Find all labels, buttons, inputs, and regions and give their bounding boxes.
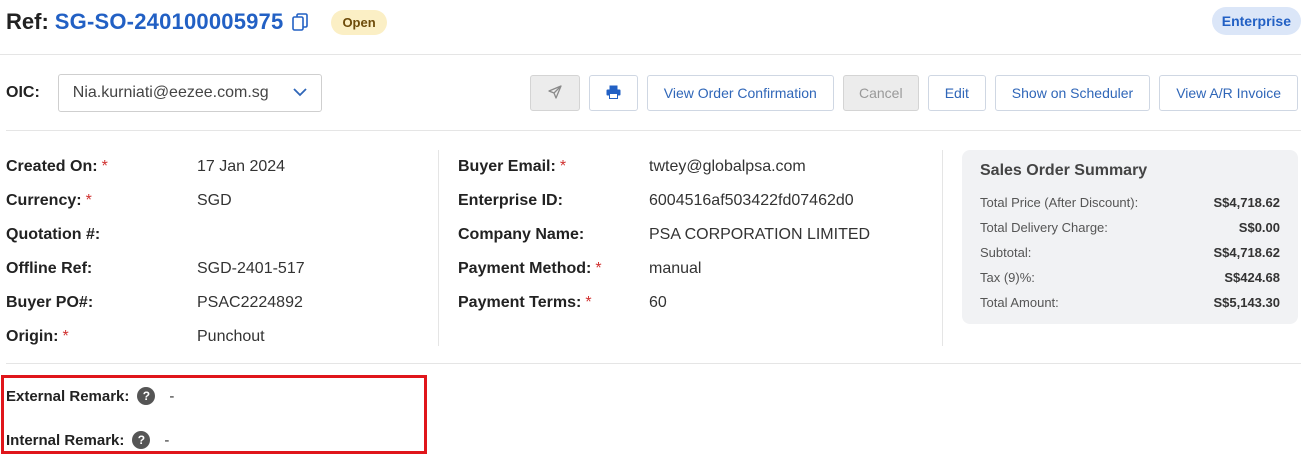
cancel-button[interactable]: Cancel xyxy=(842,75,919,111)
view-order-confirmation-button[interactable]: View Order Confirmation xyxy=(646,75,834,111)
column-divider xyxy=(942,150,943,346)
created-on-value: 17 Jan 2024 xyxy=(197,158,286,175)
internal-remark-value: - xyxy=(164,431,170,449)
print-icon xyxy=(606,85,621,102)
oic-label: OIC: xyxy=(6,84,40,101)
order-details-left: Created On: * 17 Jan 2024 Currency: * SGD … xyxy=(6,150,426,354)
show-on-scheduler-button[interactable]: Show on Scheduler xyxy=(994,75,1151,111)
status-badge: Open xyxy=(331,9,387,35)
offline-ref-value: SGD-2401-517 xyxy=(197,260,305,277)
help-icon[interactable]: ? xyxy=(132,431,151,449)
currency-value: SGD xyxy=(197,192,232,209)
field-offline-ref: Offline Ref: SGD-2401-517 xyxy=(6,260,305,277)
order-details-right: Buyer Email: * twtey@globalpsa.com Enterp… xyxy=(458,150,928,320)
view-ar-invoice-button[interactable]: View A/R Invoice xyxy=(1159,75,1298,111)
field-company-name: Company Name: PSA CORPORATION LIMITED xyxy=(458,226,871,243)
divider xyxy=(6,363,1301,364)
page-header: Ref: SG-SO-240100005975 Open Enterprise xyxy=(6,6,1301,38)
summary-row-total-price: Total Price (After Discount): S$4,718.62 xyxy=(980,195,1280,210)
summary-row-total-amount: Total Amount: S$5,143.30 xyxy=(980,295,1280,310)
action-toolbar: View Order Confirmation Cancel Edit Show… xyxy=(529,75,1298,111)
send-button[interactable] xyxy=(529,75,580,111)
field-currency: Currency: * SGD xyxy=(6,192,232,209)
buyer-po-value: PSAC2224892 xyxy=(197,294,303,311)
copy-icon[interactable] xyxy=(291,12,309,32)
remarks-section: External Remark: ? - Internal Remark: ? … xyxy=(6,374,174,460)
help-icon[interactable]: ? xyxy=(137,387,156,405)
internal-remark-label: Internal Remark: xyxy=(6,431,125,449)
sales-order-summary: Sales Order Summary Total Price (After D… xyxy=(962,150,1298,324)
payment-terms-value: 60 xyxy=(649,294,667,311)
oic-selected-value: Nia.kurniati@eezee.com.sg xyxy=(72,84,269,101)
summary-title: Sales Order Summary xyxy=(980,162,1148,179)
oic-select[interactable]: Nia.kurniati@eezee.com.sg xyxy=(57,74,322,112)
print-button[interactable] xyxy=(588,75,638,111)
summary-row-subtotal: Subtotal: S$4,718.62 xyxy=(980,245,1280,260)
field-quotation: Quotation #: xyxy=(6,226,101,243)
enterprise-badge: Enterprise xyxy=(1211,7,1301,35)
divider xyxy=(0,54,1301,55)
field-payment-terms: Payment Terms: * 60 xyxy=(458,294,667,311)
external-remark-label: External Remark: xyxy=(6,387,130,405)
send-icon xyxy=(548,84,562,102)
buyer-email-value: twtey@globalpsa.com xyxy=(649,158,806,175)
ref-number: SG-SO-240100005975 xyxy=(54,9,284,34)
internal-remark: Internal Remark: ? - xyxy=(6,418,174,460)
enterprise-id-value: 6004516af503422fd07462d0 xyxy=(649,192,854,209)
field-payment-method: Payment Method: * manual xyxy=(458,260,702,277)
field-origin: Origin: * Punchout xyxy=(6,328,265,345)
external-remark: External Remark: ? - xyxy=(6,374,174,418)
summary-row-delivery-charge: Total Delivery Charge: S$0.00 xyxy=(980,220,1280,235)
divider xyxy=(6,130,1301,131)
edit-button[interactable]: Edit xyxy=(927,75,986,111)
ref-label: Ref: xyxy=(6,9,49,34)
company-name-value: PSA CORPORATION LIMITED xyxy=(649,226,871,243)
oic-row: OIC: Nia.kurniati@eezee.com.sg View Orde… xyxy=(6,74,1298,112)
chevron-down-icon xyxy=(293,84,307,102)
field-enterprise-id: Enterprise ID: 6004516af503422fd07462d0 xyxy=(458,192,854,209)
summary-row-tax: Tax (9)%: S$424.68 xyxy=(980,270,1280,285)
origin-value: Punchout xyxy=(197,328,265,345)
field-created-on: Created On: * 17 Jan 2024 xyxy=(6,158,286,175)
column-divider xyxy=(438,150,439,346)
payment-method-value: manual xyxy=(649,260,702,277)
external-remark-value: - xyxy=(169,387,175,405)
field-buyer-po: Buyer PO#: PSAC2224892 xyxy=(6,294,303,311)
field-buyer-email: Buyer Email: * twtey@globalpsa.com xyxy=(458,158,806,175)
